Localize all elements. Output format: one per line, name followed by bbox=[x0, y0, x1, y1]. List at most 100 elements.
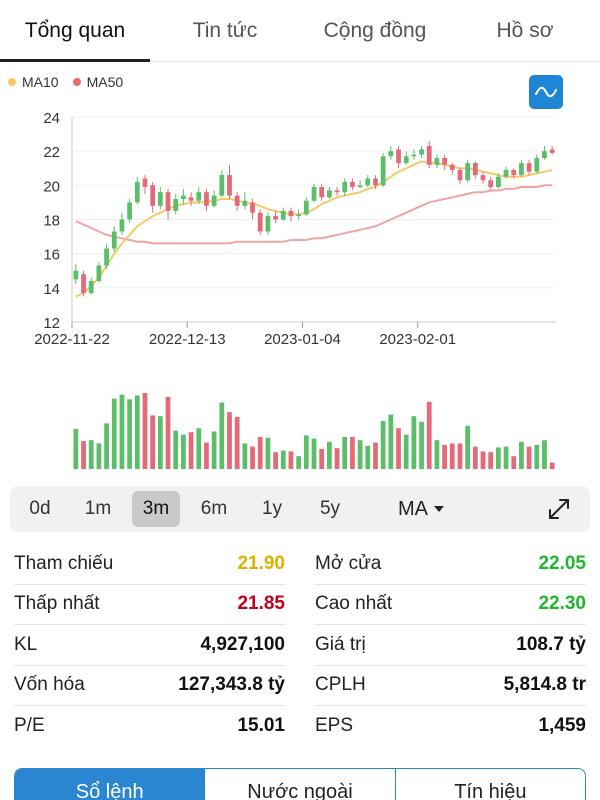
stat-label: P/E bbox=[14, 715, 45, 737]
candle-body bbox=[519, 163, 524, 176]
stat-value: 5,814.8 tr bbox=[503, 674, 586, 696]
volume-bar bbox=[288, 451, 294, 469]
stats-row: Vốn hóa 127,343.8 tỷ CPLH 5,814.8 tr bbox=[14, 666, 586, 706]
candle-body bbox=[196, 192, 202, 201]
candle-body bbox=[142, 178, 148, 188]
x-tick-label: 2022-12-13 bbox=[149, 331, 226, 348]
candle-body bbox=[127, 202, 133, 220]
stat-label: CPLH bbox=[315, 674, 366, 696]
stat-label: KL bbox=[14, 633, 38, 655]
volume-bar bbox=[434, 440, 440, 469]
volume-bar bbox=[357, 440, 363, 469]
volume-bar bbox=[227, 412, 232, 469]
candle-body bbox=[472, 163, 478, 176]
tab-foreign[interactable]: Nước ngoài bbox=[205, 769, 396, 800]
volume-bar bbox=[73, 429, 79, 469]
volume-bar bbox=[342, 437, 348, 469]
candle-body bbox=[296, 214, 302, 217]
stat-shares-outstanding: CPLH 5,814.8 tr bbox=[315, 666, 586, 706]
range-0d-button[interactable]: 0d bbox=[16, 491, 64, 527]
stat-label: Giá trị bbox=[315, 633, 366, 655]
volume-bar bbox=[165, 397, 171, 469]
candle-body bbox=[257, 212, 263, 232]
volume-bar bbox=[303, 435, 309, 469]
candle-body bbox=[81, 274, 86, 293]
y-tick-label: 20 bbox=[43, 178, 60, 195]
volume-bar bbox=[396, 428, 401, 469]
legend-ma50-dot bbox=[72, 78, 81, 86]
candle-body bbox=[549, 149, 555, 153]
candle-body bbox=[273, 216, 278, 220]
stat-value: 22.05 bbox=[538, 552, 586, 574]
candle-body bbox=[457, 169, 463, 181]
volume-bar bbox=[480, 451, 486, 469]
volume-bar bbox=[173, 430, 179, 469]
volume-bar bbox=[511, 456, 517, 469]
candle-body bbox=[111, 231, 117, 249]
volume-bar bbox=[419, 421, 424, 469]
candle-body bbox=[542, 151, 547, 158]
volume-bar bbox=[380, 421, 386, 469]
chart-legend: MA10 MA50 bbox=[8, 74, 123, 90]
tab-signals[interactable]: Tín hiệu bbox=[396, 769, 585, 800]
candle-body bbox=[442, 158, 447, 165]
volume-bar bbox=[211, 431, 217, 469]
stats-row: KL 4,927,100 Giá trị 108.7 tỷ bbox=[14, 625, 586, 666]
volume-bar bbox=[472, 446, 478, 469]
stock-stats: Tham chiếu 21.90 Mở cửa 22.05 Thấp nhất … bbox=[14, 544, 586, 747]
price-chart[interactable]: 12 14 16 18 20 22 24 2022-11-22 2022-12-13 2023-0… bbox=[0, 62, 600, 480]
candle-body bbox=[419, 149, 424, 155]
candle-body bbox=[388, 151, 394, 157]
tab-profile[interactable]: Hồ sơ bbox=[450, 0, 600, 61]
legend-ma50-label: MA50 bbox=[86, 74, 124, 90]
range-6m-button[interactable]: 6m bbox=[190, 491, 238, 527]
candle-body bbox=[265, 216, 271, 232]
volume-bar bbox=[104, 423, 109, 469]
stat-pe: P/E 15.01 bbox=[14, 706, 285, 747]
volume-bar bbox=[265, 437, 271, 469]
candle-body bbox=[104, 248, 109, 266]
volume-bar bbox=[365, 445, 371, 469]
stat-value: 1,459 bbox=[538, 715, 586, 737]
range-1m-button[interactable]: 1m bbox=[74, 491, 122, 527]
candle-body bbox=[173, 199, 179, 211]
tab-community[interactable]: Cộng đồng bbox=[300, 0, 450, 61]
tab-news[interactable]: Tin tức bbox=[150, 0, 300, 61]
candle-body bbox=[188, 197, 194, 201]
volume-bar bbox=[542, 440, 547, 469]
expand-icon[interactable] bbox=[546, 496, 572, 522]
x-tick-label: 2022-11-22 bbox=[34, 331, 110, 348]
candle-body bbox=[211, 195, 217, 206]
tab-order-book[interactable]: Sổ lệnh bbox=[15, 769, 206, 800]
candle-body bbox=[411, 154, 417, 157]
chart-type-button[interactable] bbox=[529, 75, 563, 109]
candle-body bbox=[365, 178, 371, 186]
candlestick-chart-svg[interactable]: 12 14 16 18 20 22 24 2022-11-22 2022-12-13 2023-0… bbox=[0, 62, 600, 480]
candle-body bbox=[380, 156, 386, 186]
indicator-dropdown[interactable]: MA bbox=[398, 498, 444, 521]
candle-body bbox=[157, 192, 163, 206]
candle-body bbox=[495, 176, 501, 188]
volume-bar bbox=[534, 445, 540, 469]
stat-value: 108.7 tỷ bbox=[516, 633, 586, 655]
candle-body bbox=[88, 281, 94, 293]
x-tick-label: 2023-01-04 bbox=[264, 331, 341, 348]
candle-body bbox=[165, 192, 171, 211]
candle-body bbox=[350, 181, 355, 188]
range-1y-button[interactable]: 1y bbox=[248, 491, 296, 527]
candle-body bbox=[119, 219, 125, 232]
volume-bar bbox=[403, 434, 409, 469]
candle-body bbox=[73, 270, 79, 280]
range-3m-button[interactable]: 3m bbox=[132, 491, 180, 527]
candle-body bbox=[403, 156, 409, 164]
volume-bar bbox=[319, 449, 325, 469]
tab-overview[interactable]: Tổng quan bbox=[0, 0, 150, 62]
candle-body bbox=[150, 185, 156, 206]
stat-value: 21.90 bbox=[237, 552, 285, 574]
y-tick-label: 22 bbox=[43, 144, 60, 161]
volume-bar bbox=[88, 440, 94, 469]
volume-bar bbox=[257, 437, 263, 469]
volume-bar bbox=[150, 415, 156, 469]
range-5y-button[interactable]: 5y bbox=[306, 491, 354, 527]
volume-bar bbox=[273, 452, 278, 469]
